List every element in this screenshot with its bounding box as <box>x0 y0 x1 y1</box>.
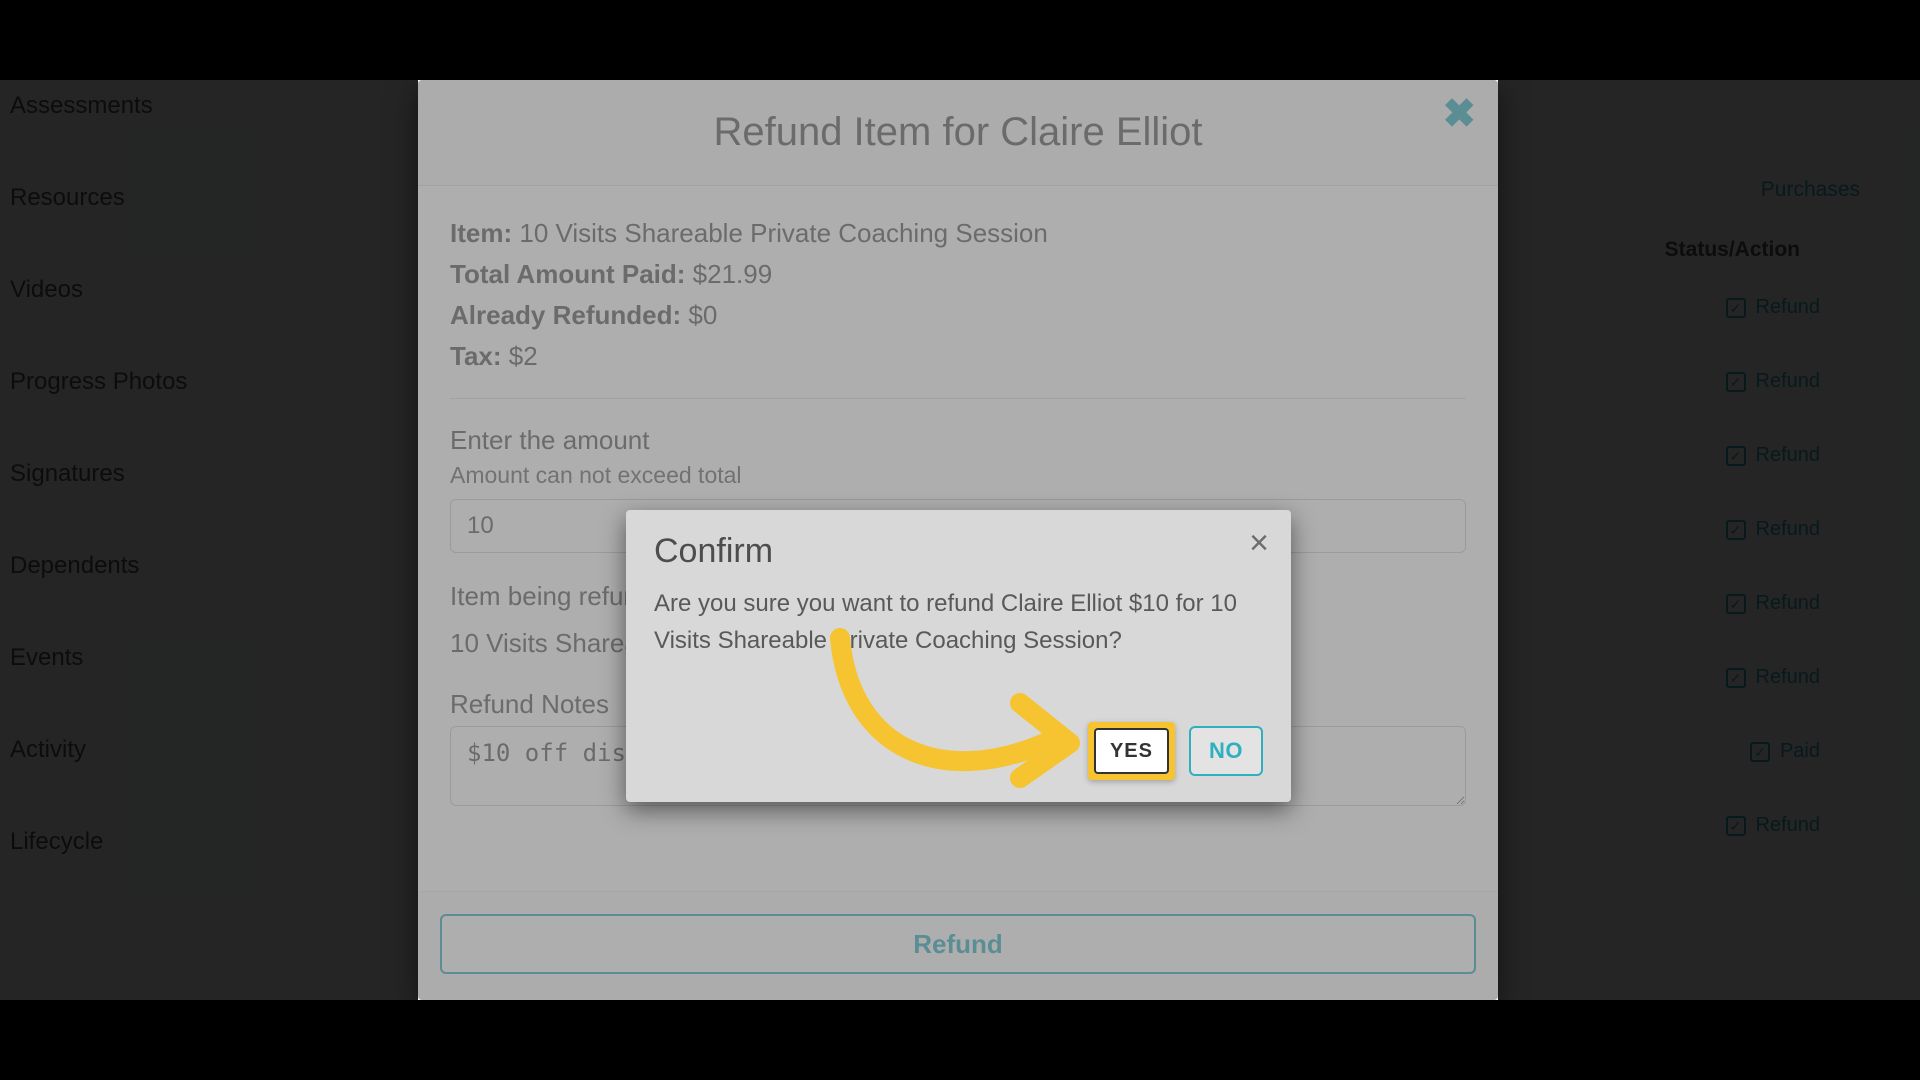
yes-highlight: YES <box>1088 722 1175 780</box>
refunded-value: $0 <box>688 300 717 330</box>
no-button[interactable]: NO <box>1189 726 1263 776</box>
confirm-title: Confirm <box>654 532 1263 571</box>
total-value: $21.99 <box>693 259 773 289</box>
close-icon[interactable]: × <box>1249 526 1269 560</box>
refunded-line: Already Refunded: $0 <box>450 300 1466 331</box>
letterbox-bottom <box>0 1000 1920 1080</box>
app-area: Assessments Resources Videos Progress Ph… <box>0 80 1920 1000</box>
item-label: Item: <box>450 218 512 248</box>
tax-label: Tax: <box>450 341 502 371</box>
tax-line: Tax: $2 <box>450 341 1466 372</box>
refund-button[interactable]: Refund <box>440 914 1476 974</box>
confirm-dialog: × Confirm Are you sure you want to refun… <box>626 510 1291 802</box>
confirm-actions: YES NO <box>1088 722 1263 780</box>
item-value: 10 Visits Shareable Private Coaching Ses… <box>519 218 1048 248</box>
modal-footer: Refund <box>418 891 1498 1000</box>
yes-button[interactable]: YES <box>1094 728 1169 774</box>
refunded-label: Already Refunded: <box>450 300 681 330</box>
item-line: Item: 10 Visits Shareable Private Coachi… <box>450 218 1466 249</box>
divider <box>450 398 1466 399</box>
modal-title: Refund Item for Claire Elliot <box>713 110 1202 155</box>
amount-label: Enter the amount <box>450 425 1466 456</box>
tax-value: $2 <box>509 341 538 371</box>
close-icon[interactable]: ✖ <box>1442 94 1476 134</box>
total-label: Total Amount Paid: <box>450 259 685 289</box>
total-line: Total Amount Paid: $21.99 <box>450 259 1466 290</box>
letterbox-top <box>0 0 1920 80</box>
confirm-message: Are you sure you want to refund Claire E… <box>654 585 1244 659</box>
modal-header: Refund Item for Claire Elliot ✖ <box>418 80 1498 186</box>
amount-sublabel: Amount can not exceed total <box>450 462 1466 489</box>
